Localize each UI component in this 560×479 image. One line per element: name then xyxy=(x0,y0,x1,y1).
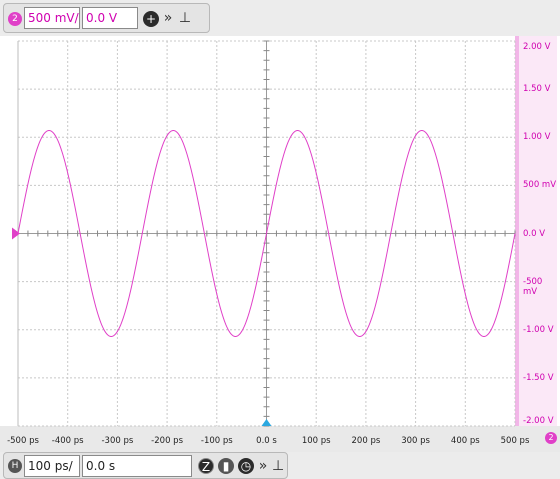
y-tick-label: -1.00 V xyxy=(523,324,554,335)
x-tick-label: 400 ps xyxy=(450,436,480,446)
y-tick-label: 2.00 V xyxy=(523,42,551,52)
zoom-icon[interactable]: Z xyxy=(198,458,214,474)
y-tick-label: 0.0 V xyxy=(523,228,546,239)
x-tick-label: -400 ps xyxy=(51,436,84,446)
waveform-plot[interactable] xyxy=(0,0,560,479)
x-tick-label: 500 ps xyxy=(500,436,530,446)
pin-icon[interactable]: ⊥ xyxy=(272,458,284,474)
clock-icon[interactable]: ◷ xyxy=(238,458,254,474)
horizontal-toolbar: H 100 ps/ 0.0 s Z ▮ ◷ » ⊥ xyxy=(0,452,560,479)
acquire-icon[interactable]: ▮ xyxy=(218,458,234,474)
y-tick-label: -2.00 V xyxy=(523,416,554,426)
y-tick-label: 1.00 V xyxy=(523,132,551,143)
trigger-position-marker[interactable] xyxy=(261,419,272,426)
marker-layer xyxy=(12,227,272,426)
x-tick-label: 200 ps xyxy=(351,436,381,446)
horizontal-badge[interactable]: H xyxy=(8,459,22,473)
time-scale-field[interactable]: 100 ps/ xyxy=(24,455,80,477)
channel-2-indicator[interactable]: 2 xyxy=(545,432,557,444)
double-chevron-right-icon[interactable]: » xyxy=(256,458,270,474)
y-tick-label: 500 mV xyxy=(523,180,557,191)
x-tick-label: 0.0 s xyxy=(256,436,277,446)
x-tick-label: -500 ps xyxy=(7,436,39,446)
x-tick-label: -200 ps xyxy=(151,436,184,446)
x-tick-label: -100 ps xyxy=(200,436,233,446)
x-tick-label: 100 ps xyxy=(301,436,331,446)
y-tick-label: -1.50 V xyxy=(523,372,554,383)
y-tick-label: 1.50 V xyxy=(523,84,551,95)
time-position-field[interactable]: 0.0 s xyxy=(82,455,192,477)
x-tick-label: -300 ps xyxy=(101,436,134,446)
y-tick-label: -500 mV xyxy=(523,276,543,297)
horizontal-control[interactable]: H 100 ps/ 0.0 s Z ▮ ◷ » ⊥ xyxy=(3,452,288,479)
x-tick-label: 300 ps xyxy=(401,436,430,446)
